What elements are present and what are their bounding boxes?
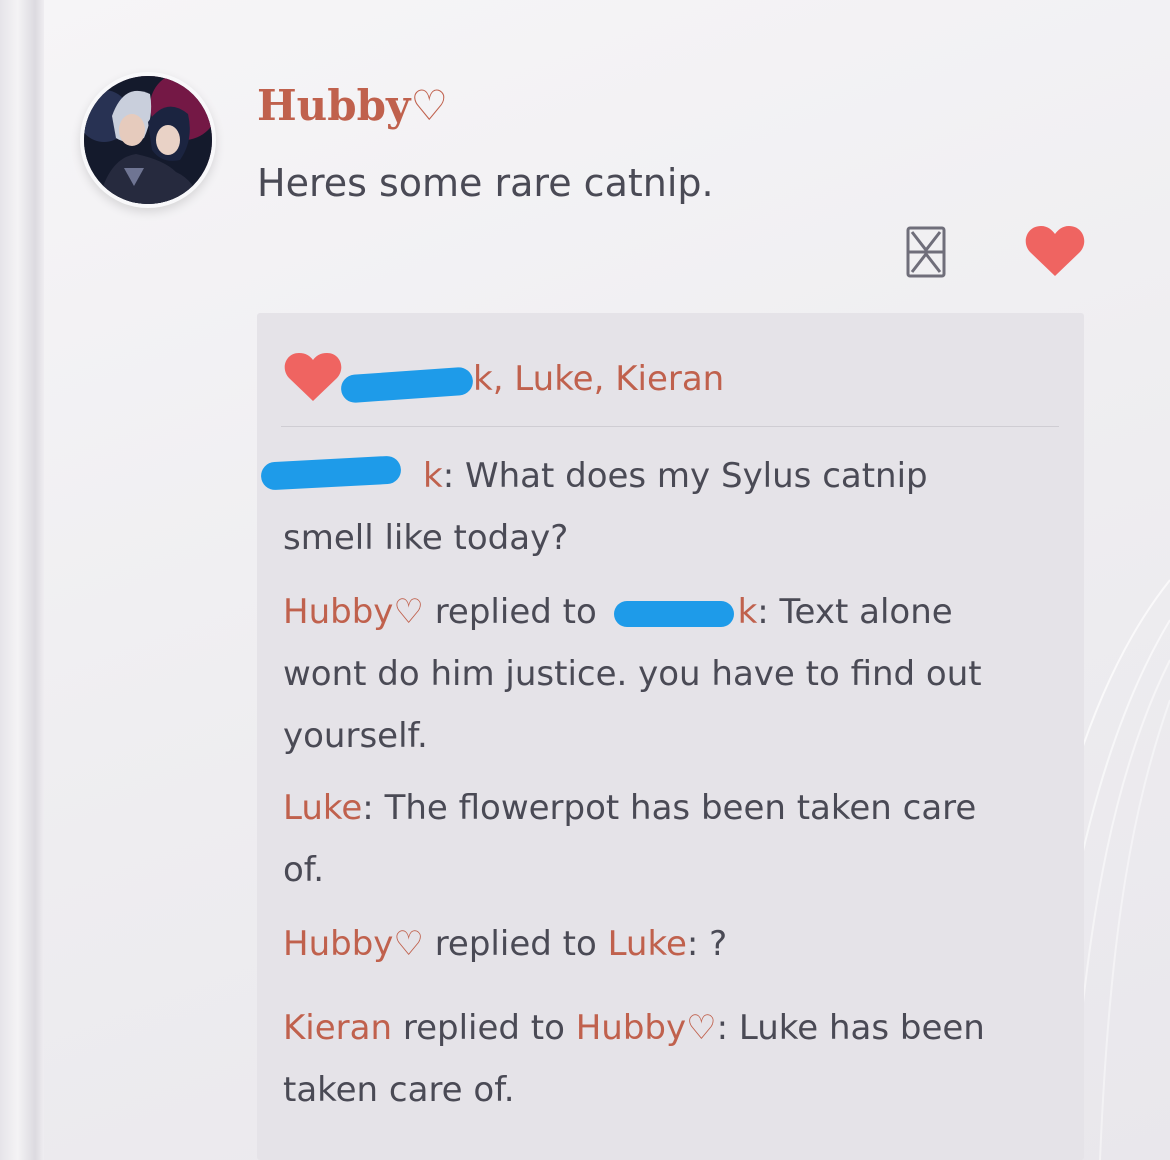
comment-text: The flowerpot has been taken care of. bbox=[283, 788, 977, 890]
heart-icon[interactable] bbox=[1024, 224, 1086, 278]
comment-author[interactable]: Hubby♡ bbox=[283, 924, 424, 964]
heart-icon bbox=[284, 353, 342, 401]
comment-text: ? bbox=[709, 924, 728, 964]
comment-author[interactable]: k bbox=[423, 456, 443, 496]
likes-row: k, Luke, Kieran bbox=[283, 351, 1063, 407]
sender-name[interactable]: Hubby♡ bbox=[257, 80, 448, 132]
comment-item: k: What does my Sylus catnip smell like … bbox=[260, 445, 1023, 569]
comment-item: Kieran replied to Hubby♡: Luke has been … bbox=[283, 997, 1023, 1121]
avatar-image bbox=[84, 76, 212, 204]
replied-to-label: replied to bbox=[423, 592, 608, 632]
comment-panel: k, Luke, Kieran k: What does my Sylus ca… bbox=[257, 313, 1084, 1160]
reply-target[interactable]: Luke bbox=[608, 924, 687, 964]
replied-to-label: replied to bbox=[423, 924, 608, 964]
separator: : bbox=[442, 456, 465, 496]
separator: : bbox=[362, 788, 385, 828]
avatar[interactable] bbox=[80, 72, 216, 208]
redaction-mark bbox=[613, 601, 734, 627]
comment-item: Luke: The flowerpot has been taken care … bbox=[283, 777, 1023, 901]
redaction-mark bbox=[340, 366, 474, 404]
background-left-edge bbox=[0, 0, 44, 1160]
comment-author[interactable]: Kieran bbox=[283, 1008, 392, 1048]
separator: : bbox=[757, 592, 780, 632]
reply-target[interactable]: k bbox=[738, 592, 758, 632]
comment-item: Hubby♡ replied to Luke: ? bbox=[283, 913, 1023, 975]
redaction-slot bbox=[608, 581, 738, 643]
comment-item: Hubby♡ replied to k: Text alone wont do … bbox=[283, 581, 1023, 767]
separator: : bbox=[716, 1008, 739, 1048]
redaction-mark bbox=[260, 455, 402, 491]
message-text: Heres some rare catnip. bbox=[257, 161, 714, 205]
hourglass-icon[interactable] bbox=[906, 226, 946, 278]
likes-names: k, Luke, Kieran bbox=[473, 359, 725, 399]
comment-author[interactable]: Luke bbox=[283, 788, 362, 828]
comment-author[interactable]: Hubby♡ bbox=[283, 592, 424, 632]
divider bbox=[281, 426, 1059, 427]
separator: : bbox=[686, 924, 710, 964]
reply-target[interactable]: Hubby♡ bbox=[576, 1008, 717, 1048]
replied-to-label: replied to bbox=[392, 1008, 576, 1048]
